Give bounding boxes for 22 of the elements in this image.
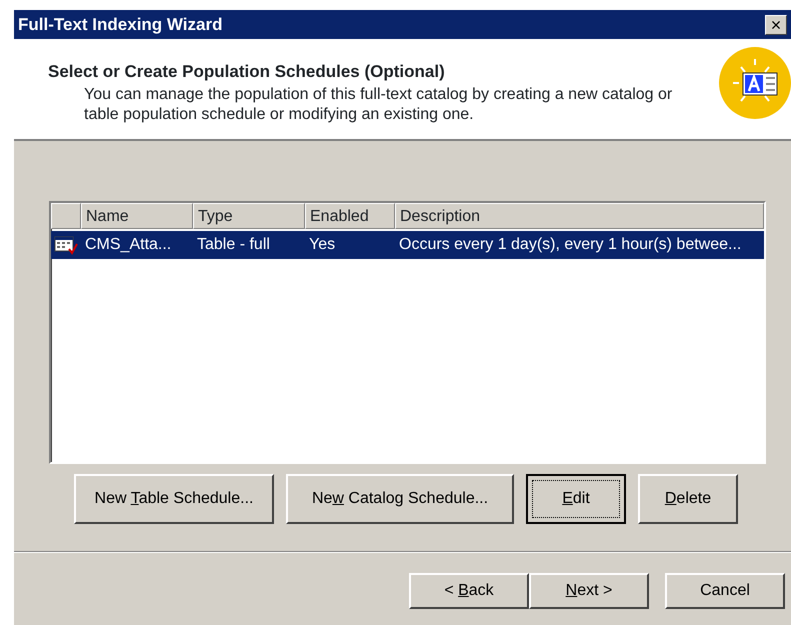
action-button[interactable]: Edit <box>526 474 626 524</box>
table-cell-text: Occurs every 1 day(s), every 1 hour(s) betwee... <box>398 235 742 255</box>
column-header[interactable]: Enabled <box>305 203 395 229</box>
nav-button[interactable]: Next > <box>529 573 649 609</box>
nav-button[interactable]: Cancel <box>665 573 785 609</box>
page-title: Select or Create Population Schedules (Optional) <box>48 61 446 83</box>
table-cell-text: Yes <box>308 235 336 255</box>
action-button[interactable]: New Table Schedule... <box>74 474 274 524</box>
action-button[interactable]: New Catalog Schedule... <box>286 474 514 524</box>
page-description: You can manage the population of this full-text catalog by creating a new catalog or table population schedule or modifying an existing one. <box>83 84 674 124</box>
table-cell-text: CMS_Atta... <box>84 235 172 255</box>
table-cell-text: Table - full <box>196 235 271 255</box>
column-header[interactable] <box>51 203 81 229</box>
close-button[interactable]: × <box>765 14 787 34</box>
table-row[interactable]: CMS_Atta... Table - full Yes Occurs every 1 day(s), every 1 hour(s) betwee... <box>51 231 764 259</box>
nav-button[interactable]: < Back <box>409 573 529 609</box>
schedule-icon <box>54 235 78 255</box>
column-header[interactable]: Name <box>81 203 193 229</box>
action-button[interactable]: Delete <box>638 474 738 524</box>
column-header[interactable]: Type <box>193 203 305 229</box>
column-header[interactable]: Description <box>395 203 764 229</box>
window-title: Full-Text Indexing Wizard <box>18 14 222 36</box>
